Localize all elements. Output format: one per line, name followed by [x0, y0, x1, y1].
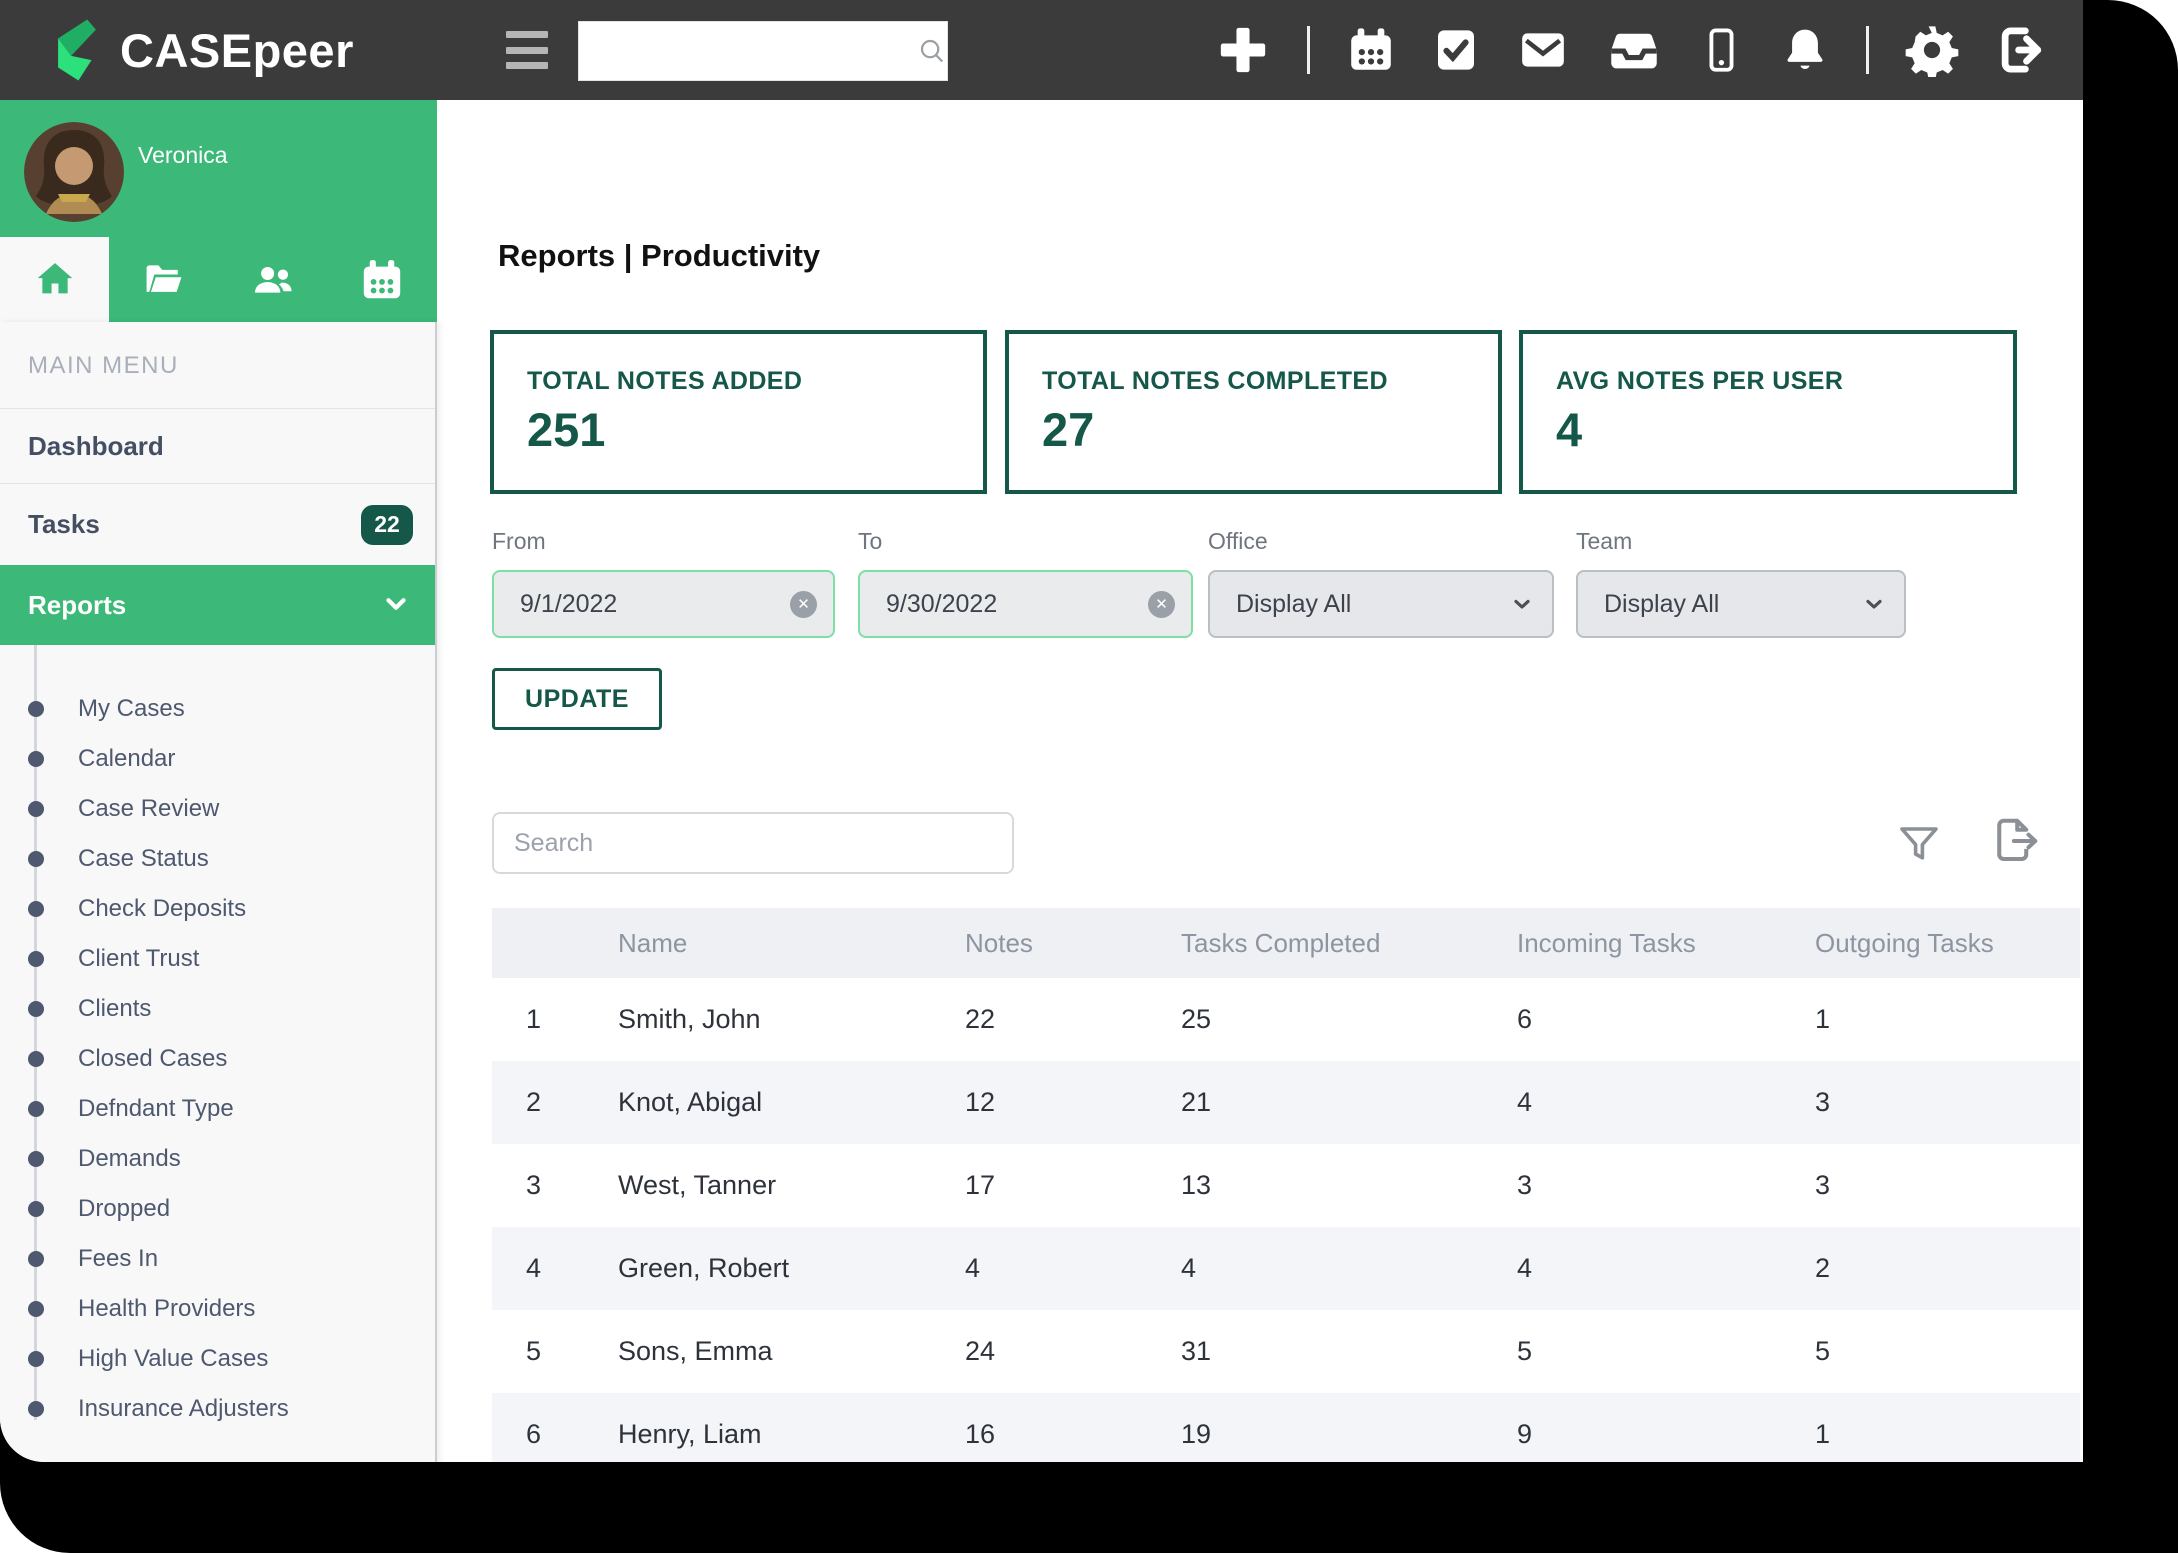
col-notes[interactable]: Notes	[931, 928, 1147, 959]
casepeer-logo-icon	[52, 18, 102, 82]
tab-calendar[interactable]	[328, 237, 437, 322]
table-row[interactable]: 3West, Tanner 1713 33	[492, 1144, 2080, 1227]
filter-icon[interactable]	[1895, 820, 1943, 873]
page-title: Reports | Productivity	[498, 238, 820, 274]
team-label: Team	[1576, 528, 1632, 555]
sidebar-item-clients[interactable]: Clients	[0, 984, 435, 1034]
stat-card-total-notes-added: TOTAL NOTES ADDED 251	[490, 330, 987, 494]
calendar-icon[interactable]	[1346, 25, 1396, 75]
office-label: Office	[1208, 528, 1268, 555]
brand-logo[interactable]: CASEpeer	[52, 0, 354, 100]
global-search	[578, 21, 948, 81]
sidebar-menu: MAIN MENU Dashboard Tasks 22 Reports My …	[0, 322, 437, 1462]
sidebar-item-dropped[interactable]: Dropped	[0, 1184, 435, 1234]
sidebar-item-defndant-type[interactable]: Defndant Type	[0, 1084, 435, 1134]
sidebar-item-case-status[interactable]: Case Status	[0, 834, 435, 884]
sidebar-item-health-providers[interactable]: Health Providers	[0, 1284, 435, 1334]
tab-contacts[interactable]	[219, 237, 328, 322]
productivity-table: Name Notes Tasks Completed Incoming Task…	[492, 908, 2080, 1462]
brand-name: CASEpeer	[120, 23, 354, 78]
search-icon	[917, 36, 947, 66]
sidebar-item-insurance-adjusters[interactable]: Insurance Adjusters	[0, 1384, 435, 1434]
topbar-divider	[1866, 26, 1869, 74]
menu-toggle-icon[interactable]	[506, 31, 548, 69]
top-bar: CASEpeer	[0, 0, 2083, 100]
table-search-input[interactable]	[494, 829, 1012, 858]
office-select[interactable]: Display All	[1208, 570, 1554, 638]
notifications-bell-icon[interactable]	[1780, 23, 1830, 77]
calendar-icon	[359, 257, 405, 303]
sidebar-item-closed-cases[interactable]: Closed Cases	[0, 1034, 435, 1084]
sidebar-item-high-value-cases[interactable]: High Value Cases	[0, 1334, 435, 1384]
tab-home[interactable]	[0, 237, 109, 322]
global-search-input[interactable]	[579, 37, 917, 65]
app-window: CASEpeer	[0, 0, 2083, 1462]
table-row[interactable]: 4Green, Robert 44 42	[492, 1227, 2080, 1310]
from-date-field: ✕	[492, 570, 835, 638]
export-icon[interactable]	[1988, 814, 2042, 873]
users-icon	[247, 257, 299, 303]
from-label: From	[492, 528, 546, 555]
clear-from-date-icon[interactable]: ✕	[790, 591, 817, 618]
table-row[interactable]: 2Knot, Abigal 1221 43	[492, 1061, 2080, 1144]
col-outgoing-tasks[interactable]: Outgoing Tasks	[1781, 928, 2080, 959]
sidebar-item-tasks[interactable]: Tasks 22	[0, 484, 435, 565]
to-label: To	[858, 528, 882, 555]
topbar-icon-group	[1215, 0, 2049, 100]
folder-open-icon	[139, 258, 189, 302]
team-select[interactable]: Display All	[1576, 570, 1906, 638]
main-menu-heading: MAIN MENU	[28, 352, 179, 380]
table-header: Name Notes Tasks Completed Incoming Task…	[492, 908, 2080, 978]
sidebar-item-reports[interactable]: Reports	[0, 565, 435, 645]
add-icon[interactable]	[1215, 22, 1271, 78]
sidebar-item-dashboard[interactable]: Dashboard	[0, 409, 435, 483]
from-date-input[interactable]	[494, 590, 790, 619]
table-row[interactable]: 5Sons, Emma 2431 55	[492, 1310, 2080, 1393]
sign-out-icon[interactable]	[1995, 23, 2049, 77]
mail-icon[interactable]	[1516, 25, 1570, 75]
to-date-field: ✕	[858, 570, 1193, 638]
sidebar-item-case-review[interactable]: Case Review	[0, 784, 435, 834]
clear-to-date-icon[interactable]: ✕	[1148, 591, 1175, 618]
stat-card-avg-notes-per-user: AVG NOTES PER USER 4	[1519, 330, 2017, 494]
mobile-icon[interactable]	[1698, 23, 1744, 77]
chevron-down-icon	[1862, 592, 1886, 616]
table-row[interactable]: 6Henry, Liam 1619 91	[492, 1393, 2080, 1462]
sidebar-item-my-cases[interactable]: My Cases	[0, 684, 435, 734]
sidebar-item-fees-in[interactable]: Fees In	[0, 1234, 435, 1284]
update-button[interactable]: UPDATE	[492, 668, 662, 730]
table-search-field	[492, 812, 1014, 874]
col-name[interactable]: Name	[584, 928, 931, 959]
sidebar-tabs	[0, 237, 437, 322]
sidebar-item-calendar[interactable]: Calendar	[0, 734, 435, 784]
topbar-divider	[1307, 26, 1310, 74]
tasks-count-badge: 22	[361, 505, 413, 545]
chevron-down-icon	[1510, 592, 1534, 616]
sidebar-item-client-trust[interactable]: Client Trust	[0, 934, 435, 984]
home-icon	[32, 257, 78, 303]
avatar[interactable]	[24, 122, 124, 222]
user-name: Veronica	[138, 142, 228, 169]
table-row[interactable]: 1Smith, John 2225 61	[492, 978, 2080, 1061]
stat-card-total-notes-completed: TOTAL NOTES COMPLETED 27	[1005, 330, 1502, 494]
chevron-down-icon	[381, 589, 411, 624]
to-date-input[interactable]	[860, 590, 1148, 619]
sidebar-item-demands[interactable]: Demands	[0, 1134, 435, 1184]
sidebar-item-check-deposits[interactable]: Check Deposits	[0, 884, 435, 934]
inbox-icon[interactable]	[1606, 24, 1662, 76]
stage: CASEpeer	[0, 0, 2178, 1553]
col-incoming-tasks[interactable]: Incoming Tasks	[1483, 928, 1781, 959]
tasks-check-icon[interactable]	[1432, 24, 1480, 76]
tab-cases[interactable]	[109, 237, 218, 322]
col-tasks-completed[interactable]: Tasks Completed	[1147, 928, 1483, 959]
settings-gear-icon[interactable]	[1905, 23, 1959, 77]
